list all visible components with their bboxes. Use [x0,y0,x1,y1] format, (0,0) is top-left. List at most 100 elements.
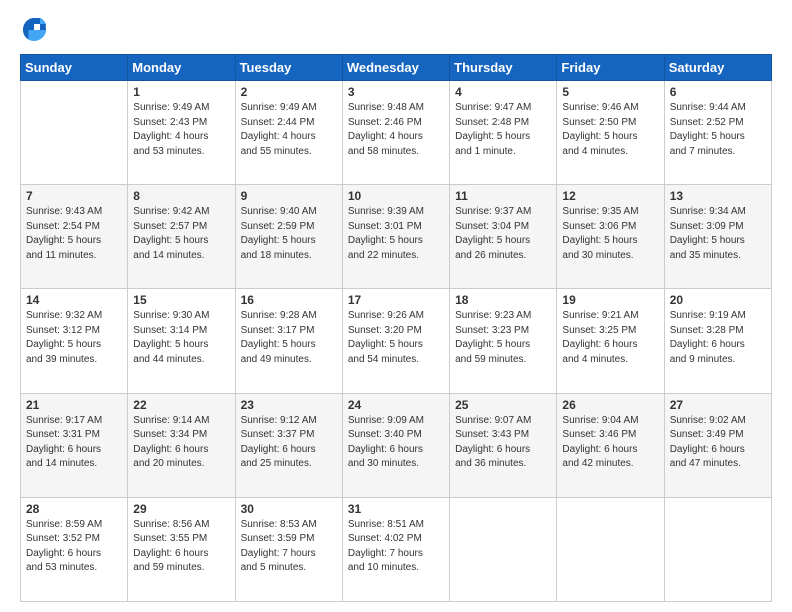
day-info: Sunrise: 8:51 AM Sunset: 4:02 PM Dayligh… [348,518,444,576]
day-number: 11 [455,189,551,203]
day-cell: 20 Sunrise: 9:19 AM Sunset: 3:28 PM Dayli… [664,289,771,393]
day-cell: 21Sunrise: 9:17 AM Sunset: 3:31 PM Dayli… [21,393,128,497]
day-info: Sunrise: 9:09 AM Sunset: 3:40 PM Dayligh… [348,414,444,472]
day-cell: 22 Sunrise: 9:14 AM Sunset: 3:34 PM Dayli… [128,393,235,497]
day-cell: 10Sunrise: 9:39 AM Sunset: 3:01 PM Dayli… [342,185,449,289]
calendar-table: SundayMondayTuesdayWednesdayThursdayFrid… [20,54,772,602]
day-info: Sunrise: 8:59 AM Sunset: 3:52 PM Dayligh… [26,518,122,576]
day-info: Sunrise: 9:34 AM Sunset: 3:09 PM Dayligh… [670,205,766,263]
header [20,16,772,44]
day-cell: 9Sunrise: 9:40 AM Sunset: 2:59 PM Daylig… [235,185,342,289]
day-number: 7 [26,189,122,203]
day-number: 30 [241,502,337,516]
day-info: Sunrise: 9:28 AM Sunset: 3:17 PM Dayligh… [241,309,337,367]
day-cell: 18Sunrise: 9:23 AM Sunset: 3:23 PM Dayli… [450,289,557,393]
weekday-header-saturday: Saturday [664,55,771,81]
day-info: Sunrise: 9:42 AM Sunset: 2:57 PM Dayligh… [133,205,229,263]
day-number: 2 [241,85,337,99]
day-cell: 5 Sunrise: 9:46 AM Sunset: 2:50 PM Daylig… [557,81,664,185]
day-info: Sunrise: 9:26 AM Sunset: 3:20 PM Dayligh… [348,309,444,367]
day-cell: 29 Sunrise: 8:56 AM Sunset: 3:55 PM Dayli… [128,497,235,601]
day-info: Sunrise: 9:17 AM Sunset: 3:31 PM Dayligh… [26,414,122,472]
day-number: 15 [133,293,229,307]
day-cell: 17Sunrise: 9:26 AM Sunset: 3:20 PM Dayli… [342,289,449,393]
day-info: Sunrise: 9:32 AM Sunset: 3:12 PM Dayligh… [26,309,122,367]
day-info: Sunrise: 9:14 AM Sunset: 3:34 PM Dayligh… [133,414,229,472]
day-info: Sunrise: 9:49 AM Sunset: 2:44 PM Dayligh… [241,101,337,159]
week-row-2: 7 Sunrise: 9:43 AM Sunset: 2:54 PM Daylig… [21,185,772,289]
day-cell: 28 Sunrise: 8:59 AM Sunset: 3:52 PM Dayli… [21,497,128,601]
day-cell: 1 Sunrise: 9:49 AM Sunset: 2:43 PM Daylig… [128,81,235,185]
day-info: Sunrise: 9:19 AM Sunset: 3:28 PM Dayligh… [670,309,766,367]
day-cell: 23 Sunrise: 9:12 AM Sunset: 3:37 PM Dayli… [235,393,342,497]
day-info: Sunrise: 9:44 AM Sunset: 2:52 PM Dayligh… [670,101,766,159]
day-info: Sunrise: 9:12 AM Sunset: 3:37 PM Dayligh… [241,414,337,472]
day-number: 22 [133,398,229,412]
day-number: 23 [241,398,337,412]
weekday-header-thursday: Thursday [450,55,557,81]
day-info: Sunrise: 9:47 AM Sunset: 2:48 PM Dayligh… [455,101,551,159]
day-cell: 4Sunrise: 9:47 AM Sunset: 2:48 PM Daylig… [450,81,557,185]
week-row-4: 21Sunrise: 9:17 AM Sunset: 3:31 PM Dayli… [21,393,772,497]
day-info: Sunrise: 9:37 AM Sunset: 3:04 PM Dayligh… [455,205,551,263]
weekday-header-sunday: Sunday [21,55,128,81]
day-info: Sunrise: 9:48 AM Sunset: 2:46 PM Dayligh… [348,101,444,159]
day-cell: 12 Sunrise: 9:35 AM Sunset: 3:06 PM Dayli… [557,185,664,289]
weekday-header-row: SundayMondayTuesdayWednesdayThursdayFrid… [21,55,772,81]
day-info: Sunrise: 9:35 AM Sunset: 3:06 PM Dayligh… [562,205,658,263]
day-cell: 19 Sunrise: 9:21 AM Sunset: 3:25 PM Dayli… [557,289,664,393]
day-cell: 27 Sunrise: 9:02 AM Sunset: 3:49 PM Dayli… [664,393,771,497]
day-info: Sunrise: 9:46 AM Sunset: 2:50 PM Dayligh… [562,101,658,159]
day-number: 27 [670,398,766,412]
weekday-header-monday: Monday [128,55,235,81]
day-number: 28 [26,502,122,516]
day-info: Sunrise: 9:30 AM Sunset: 3:14 PM Dayligh… [133,309,229,367]
day-info: Sunrise: 8:53 AM Sunset: 3:59 PM Dayligh… [241,518,337,576]
day-info: Sunrise: 9:23 AM Sunset: 3:23 PM Dayligh… [455,309,551,367]
day-cell: 25Sunrise: 9:07 AM Sunset: 3:43 PM Dayli… [450,393,557,497]
day-info: Sunrise: 9:49 AM Sunset: 2:43 PM Dayligh… [133,101,229,159]
day-number: 26 [562,398,658,412]
day-number: 13 [670,189,766,203]
day-info: Sunrise: 9:43 AM Sunset: 2:54 PM Dayligh… [26,205,122,263]
day-info: Sunrise: 9:04 AM Sunset: 3:46 PM Dayligh… [562,414,658,472]
weekday-header-friday: Friday [557,55,664,81]
day-cell: 6 Sunrise: 9:44 AM Sunset: 2:52 PM Daylig… [664,81,771,185]
day-cell [664,497,771,601]
day-number: 31 [348,502,444,516]
day-number: 1 [133,85,229,99]
day-info: Sunrise: 9:02 AM Sunset: 3:49 PM Dayligh… [670,414,766,472]
day-number: 29 [133,502,229,516]
day-cell [450,497,557,601]
day-cell: 2 Sunrise: 9:49 AM Sunset: 2:44 PM Daylig… [235,81,342,185]
day-cell: 26 Sunrise: 9:04 AM Sunset: 3:46 PM Dayli… [557,393,664,497]
day-number: 14 [26,293,122,307]
day-number: 6 [670,85,766,99]
day-info: Sunrise: 9:40 AM Sunset: 2:59 PM Dayligh… [241,205,337,263]
day-number: 24 [348,398,444,412]
day-number: 8 [133,189,229,203]
day-cell: 13 Sunrise: 9:34 AM Sunset: 3:09 PM Dayli… [664,185,771,289]
weekday-header-tuesday: Tuesday [235,55,342,81]
calendar-page: SundayMondayTuesdayWednesdayThursdayFrid… [0,0,792,612]
day-cell: 3Sunrise: 9:48 AM Sunset: 2:46 PM Daylig… [342,81,449,185]
day-cell: 7 Sunrise: 9:43 AM Sunset: 2:54 PM Daylig… [21,185,128,289]
day-cell: 8 Sunrise: 9:42 AM Sunset: 2:57 PM Daylig… [128,185,235,289]
logo [20,16,52,44]
logo-icon [20,16,48,44]
day-cell: 15 Sunrise: 9:30 AM Sunset: 3:14 PM Dayli… [128,289,235,393]
week-row-1: 1 Sunrise: 9:49 AM Sunset: 2:43 PM Daylig… [21,81,772,185]
day-cell: 30 Sunrise: 8:53 AM Sunset: 3:59 PM Dayli… [235,497,342,601]
day-info: Sunrise: 9:07 AM Sunset: 3:43 PM Dayligh… [455,414,551,472]
week-row-5: 28 Sunrise: 8:59 AM Sunset: 3:52 PM Dayli… [21,497,772,601]
day-cell: 31 Sunrise: 8:51 AM Sunset: 4:02 PM Dayli… [342,497,449,601]
day-info: Sunrise: 8:56 AM Sunset: 3:55 PM Dayligh… [133,518,229,576]
day-info: Sunrise: 9:21 AM Sunset: 3:25 PM Dayligh… [562,309,658,367]
day-number: 12 [562,189,658,203]
day-number: 19 [562,293,658,307]
day-number: 5 [562,85,658,99]
day-info: Sunrise: 9:39 AM Sunset: 3:01 PM Dayligh… [348,205,444,263]
day-number: 20 [670,293,766,307]
day-cell: 16Sunrise: 9:28 AM Sunset: 3:17 PM Dayli… [235,289,342,393]
day-cell: 14 Sunrise: 9:32 AM Sunset: 3:12 PM Dayli… [21,289,128,393]
